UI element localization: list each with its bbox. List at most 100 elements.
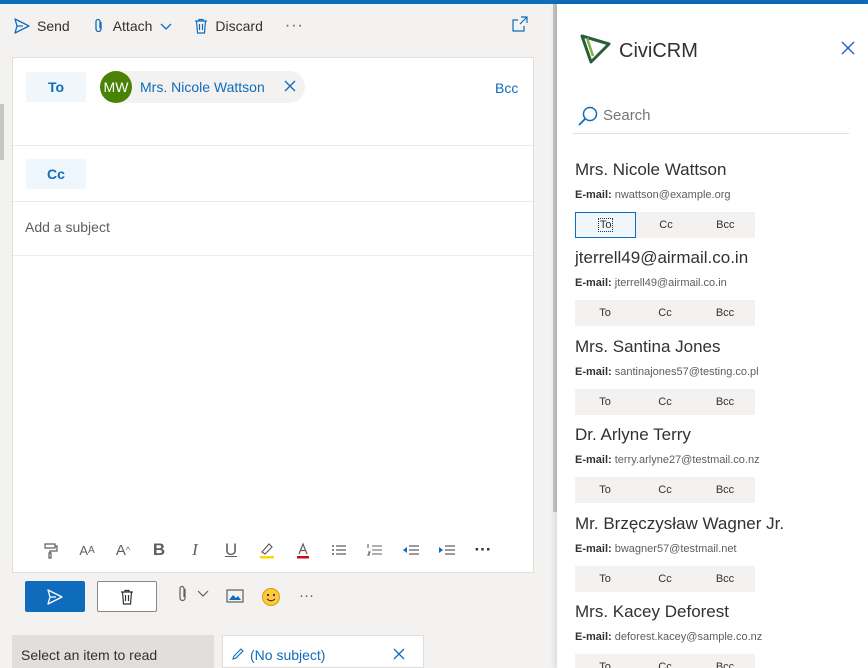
increase-indent-icon[interactable]: [429, 534, 465, 566]
attach-button[interactable]: Attach: [84, 10, 181, 42]
add-bcc-button[interactable]: Bcc: [695, 654, 755, 668]
send-icon: [47, 588, 63, 605]
more-formatting-button[interactable]: ···: [465, 534, 501, 566]
numbering-icon[interactable]: [357, 534, 393, 566]
add-to-button[interactable]: To: [575, 566, 635, 592]
discard-label: Discard: [215, 18, 263, 34]
popout-icon[interactable]: [512, 16, 528, 32]
image-icon[interactable]: [226, 588, 244, 604]
recipient-buttons: To Cc Bcc: [575, 566, 755, 592]
send-toolbar-button[interactable]: Send: [6, 10, 78, 42]
font-color-icon[interactable]: [285, 534, 321, 566]
bcc-link[interactable]: Bcc: [495, 80, 518, 96]
trash-icon: [195, 18, 208, 34]
compose-toolbar: Send Attach Discard ···: [0, 4, 557, 48]
paperclip-icon: [95, 18, 102, 33]
email-value: jterrell49@airmail.co.in: [614, 277, 727, 289]
addin-title: CiviCRM: [619, 40, 698, 62]
contact-name: Mrs. Nicole Wattson: [575, 160, 727, 179]
send-icon: [14, 18, 30, 34]
add-cc-button[interactable]: Cc: [635, 477, 695, 503]
send-label: Send: [37, 18, 70, 34]
email-value: deforest.kacey@sample.co.nz: [614, 631, 763, 643]
email-label: E-mail:: [575, 631, 612, 643]
grow-font-icon[interactable]: A ^: [105, 534, 141, 566]
left-scroll-edge: [0, 104, 4, 160]
add-bcc-button[interactable]: Bcc: [695, 389, 755, 415]
recipient-chip[interactable]: MW Mrs. Nicole Wattson: [100, 71, 305, 103]
add-to-button[interactable]: To: [575, 654, 635, 668]
add-bcc-button[interactable]: Bcc: [695, 477, 755, 503]
send-button[interactable]: [25, 581, 85, 612]
contact-email: E-mail: jterrell49@airmail.co.in: [575, 277, 755, 289]
contact-card: jterrell49@airmail.co.in E-mail: jterrel…: [575, 248, 755, 326]
email-value: terry.arlyne27@testmail.co.nz: [614, 454, 760, 466]
search-box[interactable]: [573, 100, 849, 134]
decrease-indent-icon[interactable]: [393, 534, 429, 566]
add-bcc-button[interactable]: Bcc: [695, 566, 755, 592]
emoji-icon[interactable]: [261, 587, 281, 607]
add-to-button[interactable]: To: [575, 389, 635, 415]
bold-button[interactable]: B: [141, 534, 177, 566]
email-value: santinajones57@testing.co.pl: [614, 366, 759, 378]
contact-name: Mrs. Kacey Deforest: [575, 602, 729, 621]
underline-button[interactable]: U: [213, 534, 249, 566]
add-cc-button[interactable]: Cc: [636, 212, 695, 238]
add-to-button[interactable]: To: [575, 477, 635, 503]
email-label: E-mail:: [575, 454, 612, 466]
contact-card: Dr. Arlyne Terry E-mail: terry.arlyne27@…: [575, 425, 760, 503]
recipient-buttons: To Cc Bcc: [575, 300, 755, 326]
italic-button[interactable]: I: [177, 534, 213, 566]
more-options-button[interactable]: ···: [277, 10, 312, 42]
email-label: E-mail:: [575, 189, 612, 201]
subject-row[interactable]: Add a subject: [13, 202, 533, 256]
search-icon: [578, 106, 598, 126]
add-bcc-button[interactable]: Bcc: [696, 212, 755, 238]
remove-recipient-icon[interactable]: [283, 79, 297, 93]
add-cc-button[interactable]: Cc: [635, 300, 695, 326]
contact-card: Mr. Brzęczysław Wagner Jr. E-mail: bwagn…: [575, 514, 784, 592]
cc-row: Cc: [13, 146, 533, 202]
contact-email: E-mail: santinajones57@testing.co.pl: [575, 366, 759, 378]
civicrm-logo-icon: [580, 34, 611, 64]
recipient-buttons: To Cc Bcc: [575, 477, 755, 503]
add-to-button[interactable]: To: [575, 212, 637, 238]
font-size-icon[interactable]: AA: [69, 534, 105, 566]
tab-draft[interactable]: (No subject): [222, 635, 424, 668]
civicrm-addin-pane: CiviCRM Mrs. Nicole Wattson E-mail: nwat…: [557, 4, 868, 668]
chevron-down-icon[interactable]: [197, 589, 209, 599]
add-cc-button[interactable]: Cc: [635, 389, 695, 415]
format-toolbar: AA A ^ B I U ···: [13, 528, 533, 572]
paperclip-icon[interactable]: [176, 585, 190, 603]
highlight-icon[interactable]: [249, 534, 285, 566]
chevron-down-icon[interactable]: [160, 20, 172, 32]
add-to-button[interactable]: To: [575, 300, 635, 326]
more-actions-button[interactable]: ···: [299, 587, 314, 604]
close-icon[interactable]: [841, 41, 855, 55]
add-bcc-button[interactable]: Bcc: [695, 300, 755, 326]
contact-name: Mrs. Santina Jones: [575, 337, 721, 356]
discard-button[interactable]: [97, 581, 157, 612]
contact-email: E-mail: nwattson@example.org: [575, 189, 755, 201]
recipient-buttons: To Cc Bcc: [575, 389, 755, 415]
add-cc-button[interactable]: Cc: [635, 654, 695, 668]
tab-reading-pane[interactable]: Select an item to read: [12, 635, 214, 668]
contact-name: Dr. Arlyne Terry: [575, 425, 691, 444]
recipient-buttons: To Cc Bcc: [575, 654, 755, 668]
format-painter-icon[interactable]: [33, 534, 69, 566]
avatar: MW: [100, 71, 132, 103]
subject-input[interactable]: Add a subject: [25, 219, 110, 235]
compose-pane: To MW Mrs. Nicole Wattson Bcc Cc Add a s…: [12, 57, 534, 573]
tab-draft-label: (No subject): [250, 647, 326, 663]
discard-toolbar-button[interactable]: Discard: [186, 10, 270, 42]
add-cc-button[interactable]: Cc: [635, 566, 695, 592]
action-bar: ···: [12, 573, 534, 619]
contact-card: Mrs. Kacey Deforest E-mail: deforest.kac…: [575, 602, 762, 668]
bullets-icon[interactable]: [321, 534, 357, 566]
to-row: To MW Mrs. Nicole Wattson Bcc: [13, 58, 533, 146]
to-button[interactable]: To: [26, 72, 86, 102]
cc-button[interactable]: Cc: [26, 159, 86, 189]
search-input[interactable]: [603, 107, 843, 124]
email-label: E-mail:: [575, 366, 612, 378]
close-icon[interactable]: [393, 648, 405, 660]
